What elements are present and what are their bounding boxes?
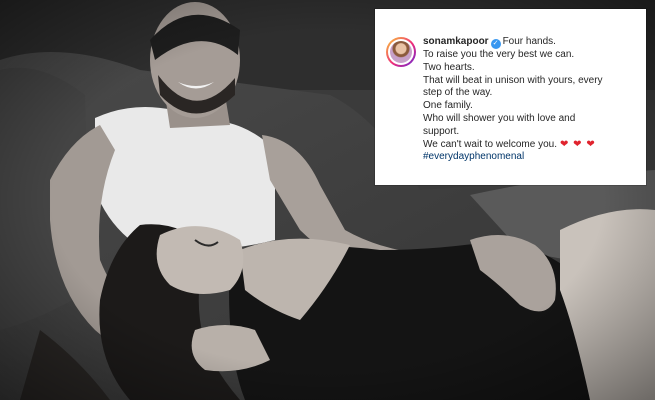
caption-first-line: sonamkapoor ✓ Four hands. (423, 36, 643, 49)
caption-line: Four hands. (502, 36, 556, 47)
caption-line: That will beat in unison with yours, eve… (423, 74, 603, 86)
hearts-emoji: ❤ ❤ ❤ (560, 138, 596, 150)
caption-line: One family. (423, 100, 473, 112)
instagram-caption-card: sonamkapoor ✓ Four hands. To raise you the… (375, 9, 646, 185)
caption-line: support. (423, 125, 460, 137)
caption-line: To raise you the very best we can. (423, 49, 575, 60)
caption: sonamkapoor ✓ Four hands. To raise you the… (423, 36, 643, 164)
profile-avatar[interactable] (386, 37, 416, 67)
caption-last-line: We can't wait to welcome you. ❤ ❤ ❤ (423, 139, 643, 152)
profile-picture (390, 41, 412, 63)
caption-line: step of the way. (423, 87, 493, 99)
verified-badge-icon: ✓ (490, 39, 501, 49)
hashtag-link[interactable]: #everydayphenomenal (423, 151, 643, 164)
caption-line: Who will shower you with love and (423, 112, 576, 124)
caption-line: Two hearts. (423, 61, 475, 73)
username-link[interactable]: sonamkapoor (423, 36, 489, 47)
caption-line: We can't wait to welcome you. (423, 138, 558, 150)
